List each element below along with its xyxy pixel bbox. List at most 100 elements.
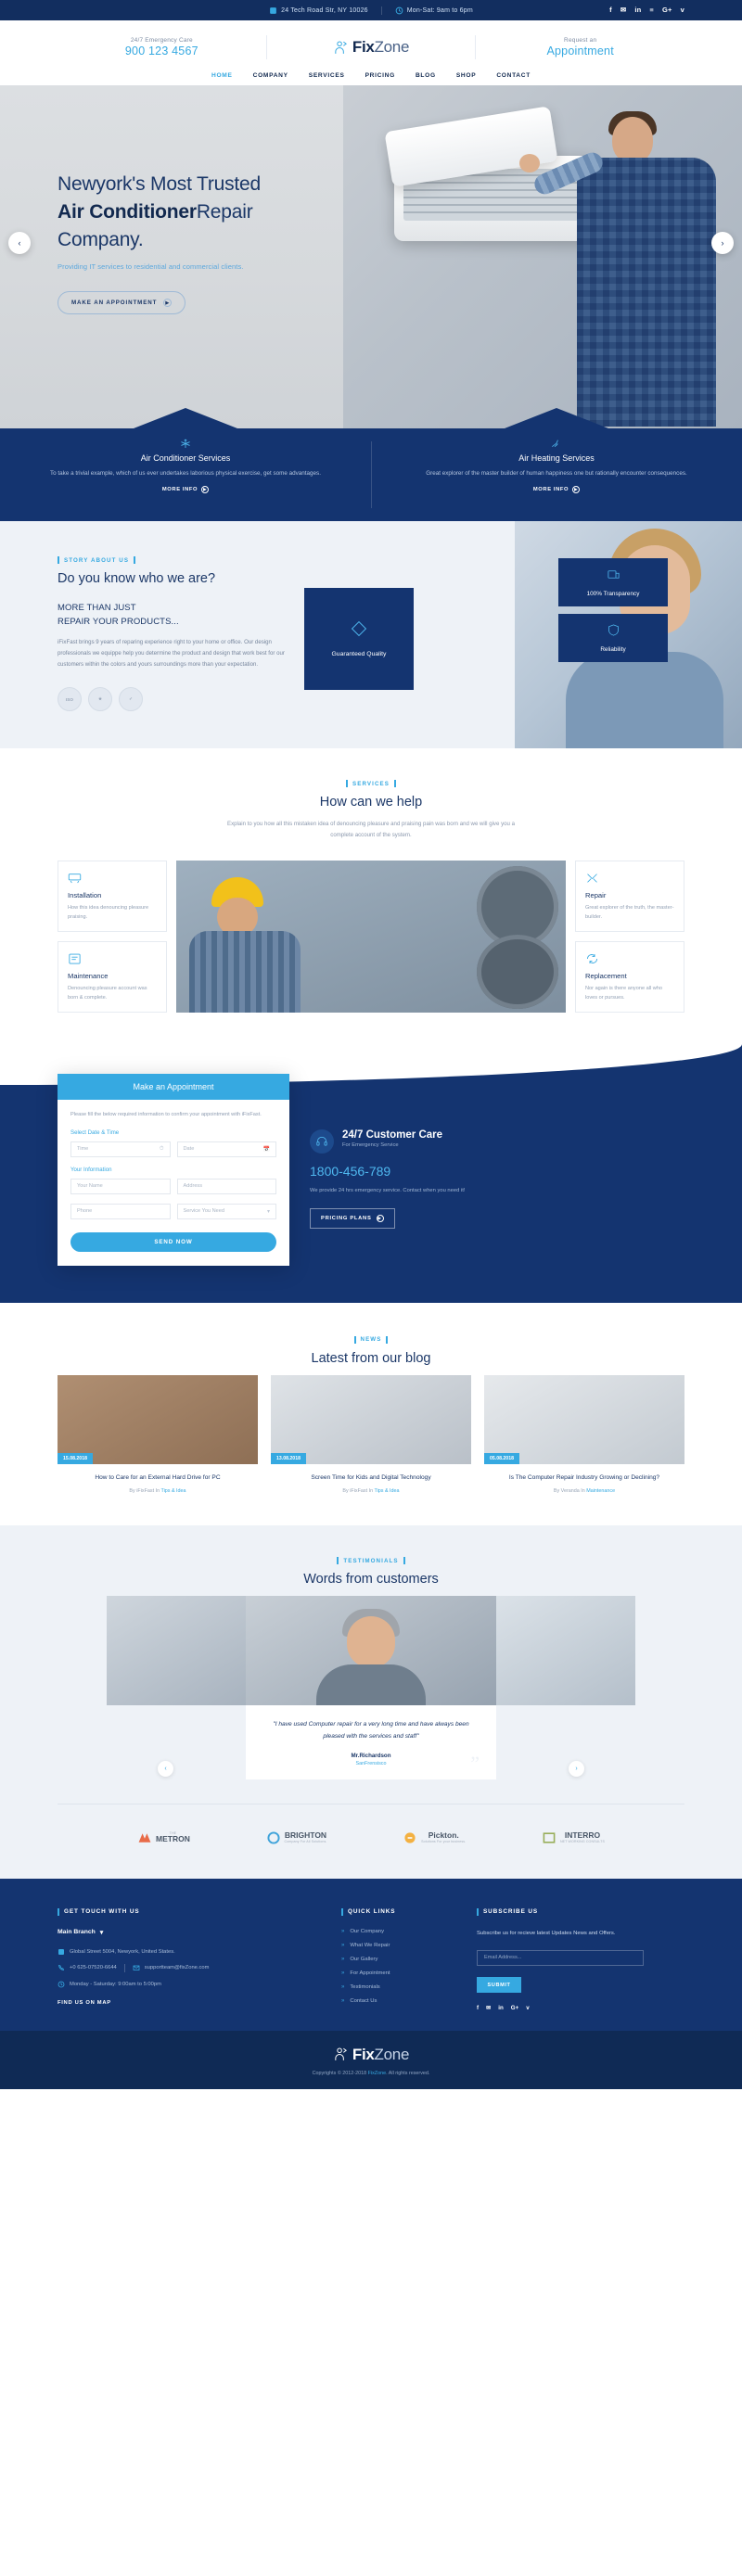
footer-address: Global Street 5004, Newyork, United Stat…	[58, 1948, 317, 1956]
blog-post-card[interactable]: 15.08.2018 How to Care for an External H…	[58, 1374, 258, 1494]
emergency-phone[interactable]: 900 123 4567	[125, 45, 198, 57]
appointment-inner: Make an Appointment Please fill the belo…	[0, 1074, 742, 1266]
send-now-button[interactable]: SEND NOW	[70, 1231, 276, 1252]
date-field[interactable]: Date 📅	[176, 1141, 276, 1157]
hero-appointment-button[interactable]: MAKE AN APPOINTMENT ▶	[58, 291, 186, 315]
request-appointment-link[interactable]: Appointment	[546, 45, 613, 57]
services-col-left: Installation How this idea denouncing pl…	[58, 861, 167, 1014]
twitter-icon[interactable]: ✉	[486, 2005, 491, 2011]
service-card-desc: Nor again is there anyone all who loves …	[585, 986, 663, 1001]
service-card-title: Maintenance	[68, 972, 109, 981]
name-field[interactable]: Your Name	[70, 1178, 171, 1194]
footer-link-our-company[interactable]: » Our Company	[341, 1929, 453, 1934]
services-heading: How can we help	[319, 795, 423, 810]
service-card-replacement[interactable]: Replacement Nor again is there anyone al…	[575, 941, 684, 1014]
footer-link-testimonials[interactable]: » Testimonials	[341, 1984, 453, 1990]
linkedin-icon[interactable]: in	[498, 2005, 504, 2011]
customer-care-subtitle: For Emergency Service	[342, 1142, 399, 1149]
blog-post-card[interactable]: 05.08.2018 Is The Computer Repair Indust…	[484, 1374, 684, 1494]
interro-mark-icon	[542, 1830, 556, 1845]
nav-item-pricing[interactable]: PRICING	[355, 72, 405, 79]
footer-separator	[123, 1963, 125, 1972]
maintenance-icon	[68, 952, 157, 965]
blog-post-image: 15.08.2018	[58, 1374, 258, 1464]
logo-wrap[interactable]: FixZone	[333, 38, 409, 57]
address-field[interactable]: Address	[176, 1178, 276, 1194]
hero-prev-arrow[interactable]: ‹	[8, 232, 31, 254]
footer-logo-light: Zone	[374, 2045, 410, 2063]
footer-link-our-gallery[interactable]: » Our Gallery	[341, 1957, 453, 1962]
vimeo-icon[interactable]: v	[681, 6, 684, 14]
brand-brighton-name: BRIGHTON	[284, 1830, 327, 1841]
blog-post-title[interactable]: Is The Computer Repair Industry Growing …	[484, 1473, 684, 1484]
footer-phone-text[interactable]: +0 625-07520-6644	[70, 1965, 117, 1970]
hero-appointment-button-label: MAKE AN APPOINTMENT	[71, 300, 158, 307]
footer-link-label: Our Gallery	[350, 1956, 378, 1962]
footer-email-text[interactable]: supportteam@fixZone.com	[145, 1965, 210, 1970]
footer-branch-label: Main Branch	[58, 1929, 96, 1936]
hero-line-2-rest: Repair	[196, 200, 253, 223]
footer-link-for-appointment[interactable]: » For Appointment	[341, 1970, 453, 1976]
testimonial-side-left	[107, 1596, 246, 1706]
googleplus-icon[interactable]: G+	[511, 2005, 518, 2011]
nav-item-services[interactable]: SERVICES	[299, 72, 355, 79]
blog-post-card[interactable]: 13.08.2018 Screen Time for Kids and Digi…	[271, 1374, 471, 1495]
facebook-icon[interactable]: f	[609, 6, 612, 14]
brand-logo-metron[interactable]: THE METRON	[137, 1830, 190, 1845]
header-logo[interactable]: FixZone	[267, 38, 476, 57]
nav-item-shop[interactable]: SHOP	[446, 72, 487, 79]
twitter-icon[interactable]: ✉	[620, 6, 626, 14]
rss-icon[interactable]: ≡	[649, 6, 654, 14]
blog-post-title[interactable]: How to Care for an External Hard Drive f…	[58, 1473, 258, 1484]
appointment-form-title: Make an Appointment	[58, 1074, 289, 1101]
googleplus-icon[interactable]: G+	[662, 6, 672, 14]
brand-logo-interro[interactable]: INTERRO NET WORKING CONSULTS	[542, 1830, 605, 1845]
vimeo-icon[interactable]: v	[526, 2005, 529, 2011]
customer-care-phone[interactable]: 1800-456-789	[310, 1164, 684, 1179]
footer-find-on-map-link[interactable]: FIND US ON MAP	[58, 2000, 317, 2006]
blog-section: NEWS Latest from our blog 15.08.2018 How…	[0, 1302, 742, 1526]
linkedin-icon[interactable]: in	[634, 6, 641, 14]
pricing-plans-label: PRICING PLANS	[321, 1216, 372, 1222]
badge-verified-icon: ✓	[119, 687, 143, 712]
service-box-more-link[interactable]: MORE INFO ▶	[162, 486, 210, 494]
facebook-icon[interactable]: f	[477, 2005, 479, 2011]
blog-post-author: By iFixFast In	[342, 1488, 375, 1495]
footer-submit-button[interactable]: SUBMIT	[477, 1977, 521, 1994]
about-subheading-line1: MORE THAN JUST	[58, 603, 136, 613]
blog-post-title[interactable]: Screen Time for Kids and Digital Technol…	[271, 1473, 471, 1484]
brand-logo-brighton[interactable]: BRIGHTON Company For All Solutions.	[266, 1830, 327, 1845]
technician-figure	[519, 111, 725, 428]
footer-email-input[interactable]: Email Address...	[477, 1949, 644, 1966]
service-select[interactable]: Service You Need ▾	[176, 1203, 276, 1219]
nav-item-company[interactable]: COMPANY	[243, 72, 299, 79]
footer-link-what-we-repair[interactable]: » What We Repair	[341, 1943, 453, 1948]
phone-field[interactable]: Phone	[70, 1203, 171, 1219]
pricing-plans-button[interactable]: PRICING PLANS ▶	[310, 1208, 395, 1230]
clock-icon: ⏱	[159, 1145, 164, 1152]
header-emergency: 24/7 Emergency Care 900 123 4567	[58, 37, 266, 57]
service-card-maintenance[interactable]: Maintenance Denouncing pleasure account …	[58, 941, 167, 1014]
site-footer: GET TOUCH WITH US Main Branch ▾ Global S…	[0, 1878, 742, 2031]
nav-item-blog[interactable]: BLOG	[405, 72, 446, 79]
footer-branch-select[interactable]: Main Branch ▾	[58, 1929, 317, 1936]
blog-post-category[interactable]: Tips & Idea	[160, 1488, 186, 1494]
page-root: 24 Tech Road Str, NY 10026 Mon-Sat: 9am …	[0, 0, 742, 2089]
chevron-right-icon: »	[341, 1928, 345, 1934]
footer-link-contact-us[interactable]: » Contact Us	[341, 1998, 453, 2004]
nav-item-contact[interactable]: CONTACT	[486, 72, 541, 79]
brand-logo-pickton[interactable]: Pickton. Solutions For your business.	[403, 1830, 466, 1845]
footer-subscribe-column: SUBSCRIBE US Subscribe us for recieve la…	[477, 1908, 684, 2012]
testimonial-prev-arrow[interactable]: ‹	[158, 1761, 173, 1778]
blog-post-category[interactable]: Tips & Idea	[374, 1488, 399, 1494]
hero-line-1: Newyork's Most Trusted	[58, 173, 262, 195]
service-box-more-link[interactable]: MORE INFO ▶	[533, 486, 581, 494]
time-field[interactable]: Time ⏱	[70, 1141, 171, 1157]
blog-post-category[interactable]: Maintenance	[586, 1488, 615, 1494]
testimonial-next-arrow[interactable]: ›	[569, 1761, 584, 1778]
nav-item-home[interactable]: HOME	[201, 72, 243, 79]
hero-next-arrow[interactable]: ›	[711, 232, 734, 254]
footer-logo[interactable]: FixZone	[0, 2046, 742, 2064]
service-card-repair[interactable]: Repair Great explorer of the truth, the …	[575, 861, 684, 933]
service-card-installation[interactable]: Installation How this idea denouncing pl…	[58, 861, 167, 933]
